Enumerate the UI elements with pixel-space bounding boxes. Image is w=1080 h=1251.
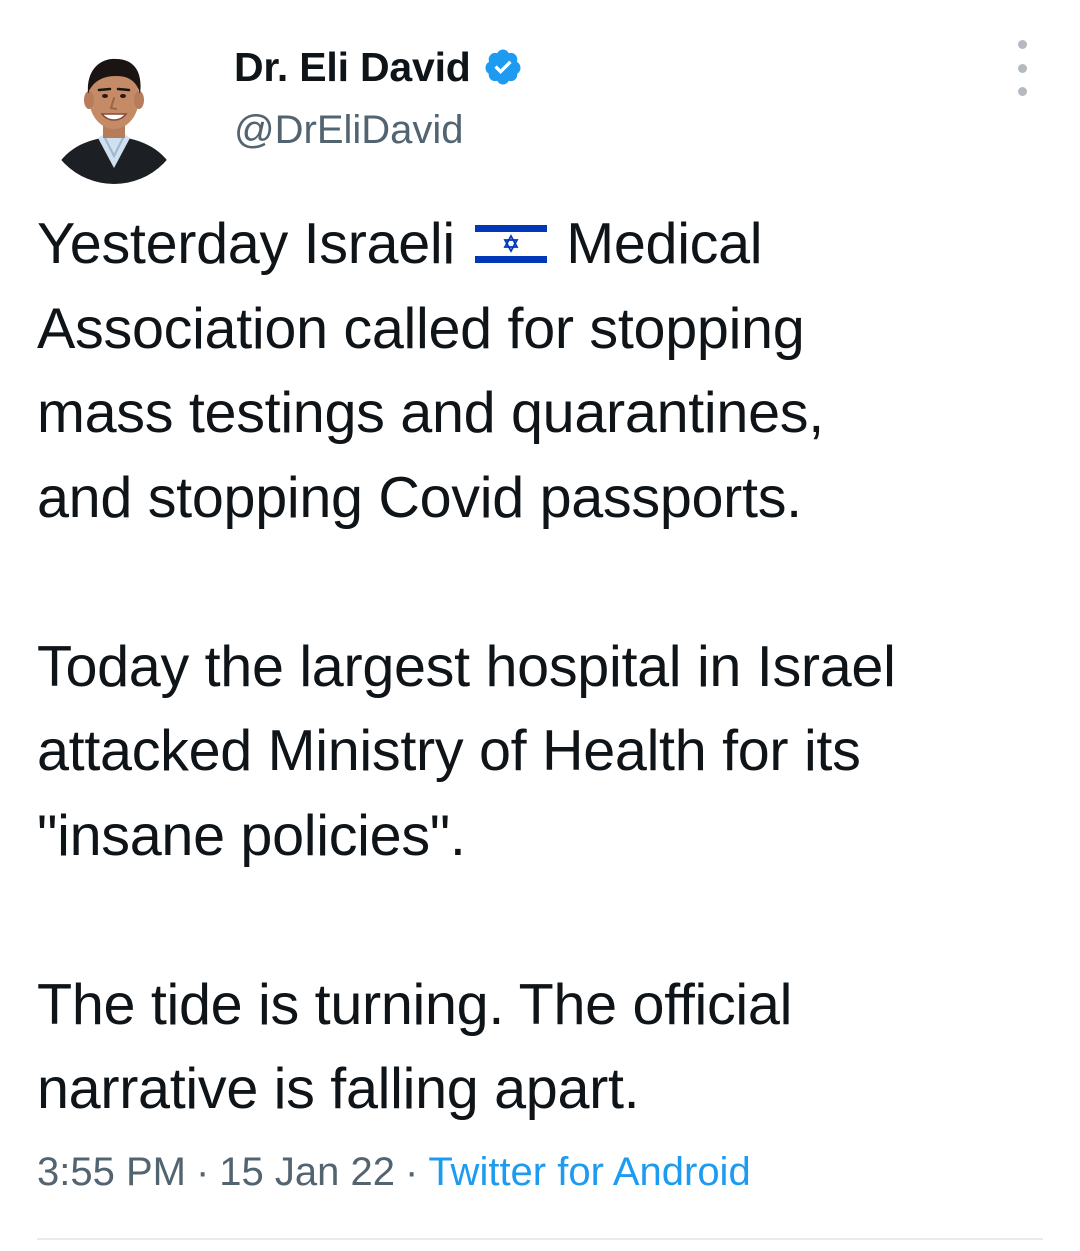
tweet-metadata: 3:55 PM · 15 Jan 22 · Twitter for Android [37, 1150, 751, 1195]
more-dot [1017, 87, 1027, 96]
author-avatar[interactable] [44, 44, 184, 184]
tweet-line: "insane policies". [37, 803, 466, 868]
author-display-name[interactable]: Dr. Eli David [234, 44, 471, 91]
tweet-time[interactable]: 3:55 PM [37, 1150, 186, 1194]
tweet-line: and stopping Covid passports. [37, 465, 802, 530]
more-vertical-icon[interactable] [1004, 40, 1040, 96]
tweet-date[interactable]: 15 Jan 22 [219, 1150, 395, 1194]
more-dot [1017, 40, 1027, 49]
tweet-source-link[interactable]: Twitter for Android [428, 1150, 750, 1194]
tweet-line: narrative is falling apart. [37, 1057, 640, 1121]
divider [37, 1238, 1043, 1240]
meta-separator: · [405, 1150, 419, 1194]
tweet-text-segment: Medical [566, 212, 763, 276]
tweet-line: Association called for stopping [37, 296, 805, 361]
tweet-text: Yesterday Israeli Medical Association ca… [37, 202, 1067, 1132]
verified-badge-icon [483, 47, 523, 87]
israel-flag-icon [474, 206, 547, 267]
tweet-line: attacked Ministry of Health for its [37, 719, 861, 783]
tweet-line: mass testings and quarantines, [37, 381, 824, 445]
meta-separator: · [195, 1150, 210, 1194]
tweet-line: Today the largest hospital in Israel [37, 634, 896, 699]
tweet-line: The tide is turning. The official [37, 972, 793, 1037]
author-handle[interactable]: @DrEliDavid [234, 108, 464, 153]
tweet-line: Yesterday Israeli Medical [37, 202, 1067, 287]
more-dot [1017, 63, 1027, 73]
author-name-row[interactable]: Dr. Eli David [234, 42, 523, 92]
profile-photo [44, 44, 184, 184]
tweet-text-segment: Yesterday Israeli [37, 212, 455, 276]
tweet: Dr. Eli David @DrEliDavid Yesterday Isra… [0, 0, 1080, 1251]
